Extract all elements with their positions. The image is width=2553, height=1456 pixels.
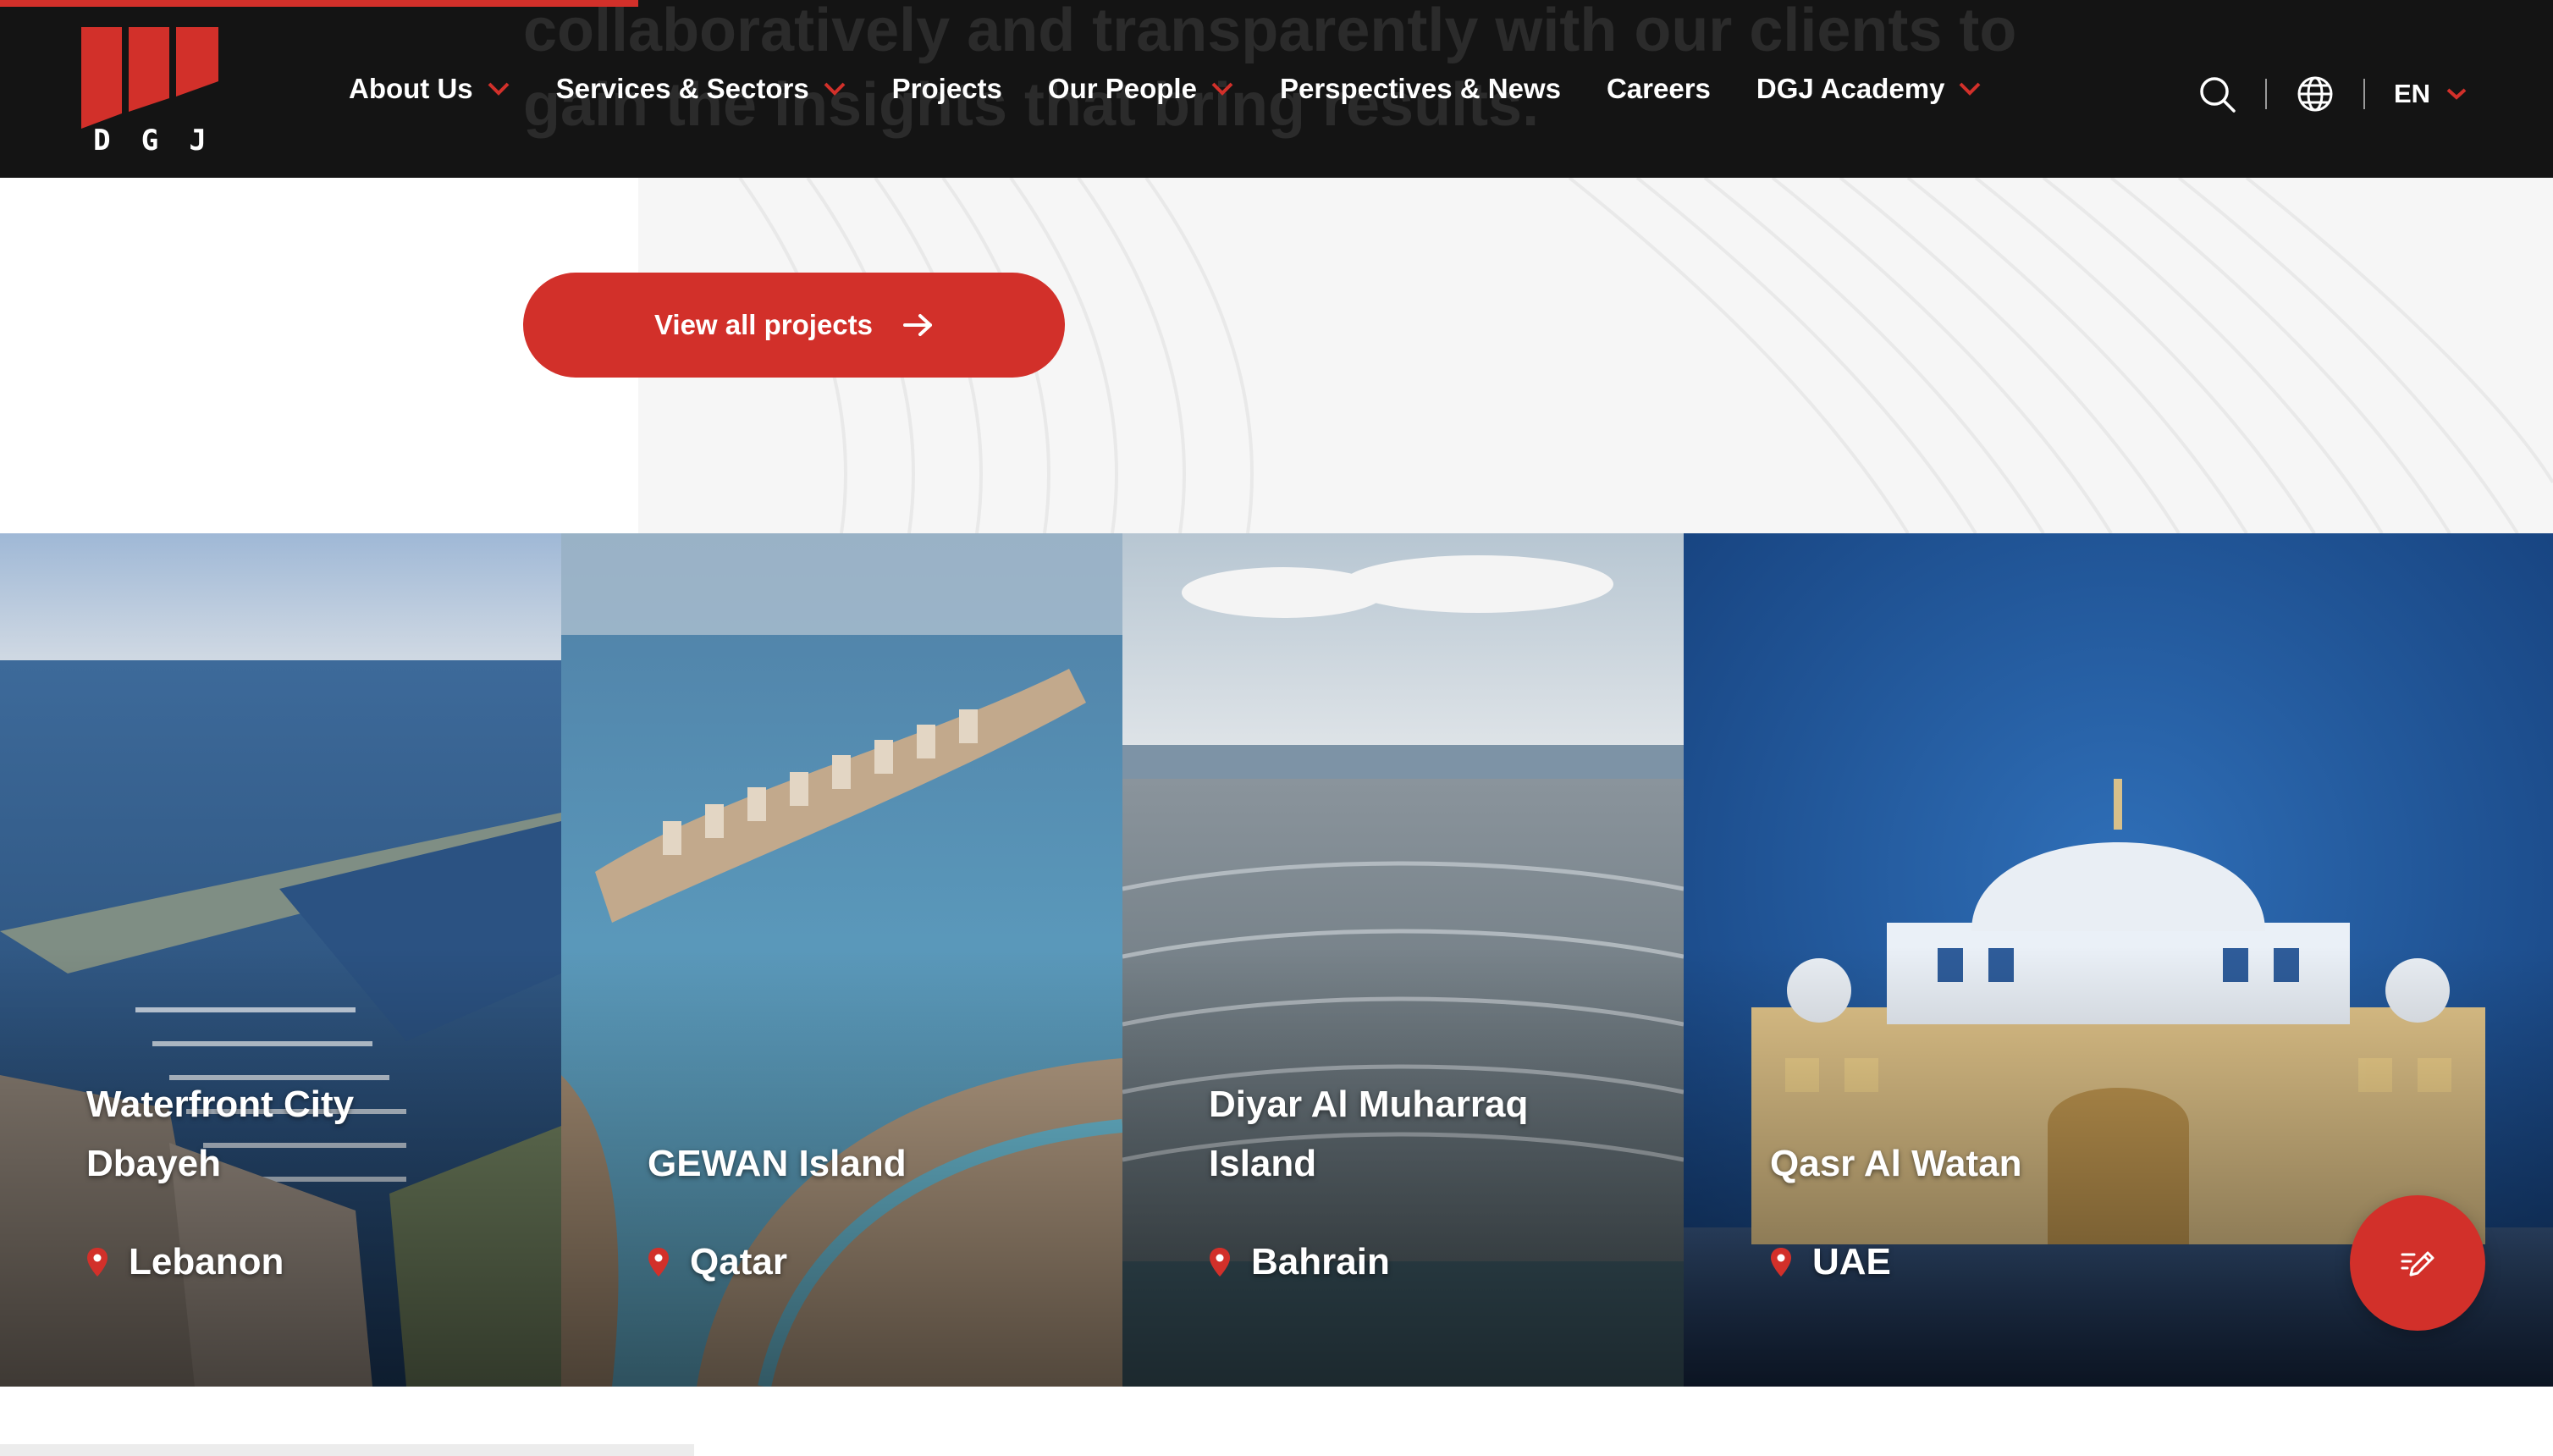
location-pin-icon (1771, 1248, 1791, 1277)
nav-item-services-sectors[interactable]: Services & Sectors (556, 73, 846, 105)
language-label: EN (2394, 79, 2431, 108)
nav-item-label: DGJ Academy (1756, 73, 1945, 104)
project-title: Diyar Al Muharraq Island (1209, 1084, 1529, 1184)
nav-item-label: Perspectives & News (1279, 73, 1561, 104)
chevron-down-icon (824, 82, 846, 96)
next-section-card-edge (0, 1444, 694, 1456)
location-pin-icon (648, 1248, 669, 1277)
language-selector[interactable]: EN (2394, 79, 2468, 109)
project-location: Bahrain (1209, 1241, 1390, 1283)
project-location: UAE (1770, 1241, 1891, 1283)
project-card-gewan-island[interactable]: GEWAN Island Qatar (561, 533, 1122, 1387)
project-location: Lebanon (86, 1241, 284, 1283)
location-pin-icon (87, 1248, 108, 1277)
chevron-down-icon (1960, 82, 1981, 96)
nav-item-label: Careers (1606, 73, 1711, 104)
arrow-right-icon (903, 314, 932, 336)
divider (2363, 79, 2365, 109)
dgj-logo-wordmark: D G J (78, 124, 222, 157)
chevron-down-icon (488, 82, 510, 96)
nav-item-about-us[interactable]: About Us (349, 73, 510, 105)
logo-letter-j: J (189, 124, 207, 157)
nav-item-label: About Us (349, 73, 473, 104)
globe-icon[interactable] (2296, 74, 2335, 113)
location-pin-icon (1210, 1248, 1230, 1277)
divider (2265, 79, 2267, 109)
project-location-label: Bahrain (1251, 1241, 1390, 1282)
nav-item-perspectives-news[interactable]: Perspectives & News (1280, 73, 1561, 105)
project-title: Waterfront City Dbayeh (86, 1084, 355, 1184)
nav-item-our-people[interactable]: Our People (1048, 73, 1234, 105)
nav-item-projects[interactable]: Projects (892, 73, 1002, 105)
header-tools: EN (2197, 74, 2468, 113)
main-nav: About Us Services & Sectors Projects Our… (349, 73, 2027, 105)
nav-item-label: Services & Sectors (555, 73, 809, 104)
project-title: Qasr Al Watan (1770, 1143, 2022, 1184)
logo-letter-g: G (141, 124, 159, 157)
site-header: exactly what they need – which means wor… (0, 0, 2553, 178)
project-location-label: Qatar (690, 1241, 787, 1282)
projects-gallery: Waterfront City Dbayeh Lebanon GEWAN Isl… (0, 533, 2553, 1387)
scrolled-intro-heading: exactly what they need – which means wor… (523, 0, 2017, 139)
project-title: GEWAN Island (648, 1143, 907, 1184)
logo-letter-d: D (93, 124, 111, 157)
view-all-projects-button[interactable]: View all projects (523, 273, 1065, 378)
projects-intro-section: View all projects (0, 178, 2553, 533)
nav-item-careers[interactable]: Careers (1607, 73, 1711, 105)
nav-item-dgj-academy[interactable]: DGJ Academy (1756, 73, 1982, 105)
project-card-waterfront-city[interactable]: Waterfront City Dbayeh Lebanon (0, 533, 561, 1387)
search-icon[interactable] (2197, 74, 2236, 113)
view-all-projects-label: View all projects (653, 309, 873, 340)
project-location-label: UAE (1812, 1241, 1891, 1282)
chevron-down-icon (2446, 88, 2467, 100)
project-card-diyar-al-muharraq[interactable]: Diyar Al Muharraq Island Bahrain (1122, 533, 1684, 1387)
project-location-label: Lebanon (129, 1241, 284, 1282)
edit-note-icon (2401, 1251, 2434, 1277)
chevron-down-icon (1211, 82, 1233, 96)
dgj-logo[interactable]: D G J (78, 24, 222, 159)
nav-item-label: Our People (1047, 73, 1197, 104)
project-location: Qatar (648, 1241, 787, 1283)
scroll-progress-bar (0, 0, 638, 7)
enquiry-fab-button[interactable] (2350, 1195, 2485, 1331)
nav-item-label: Projects (891, 73, 1002, 104)
